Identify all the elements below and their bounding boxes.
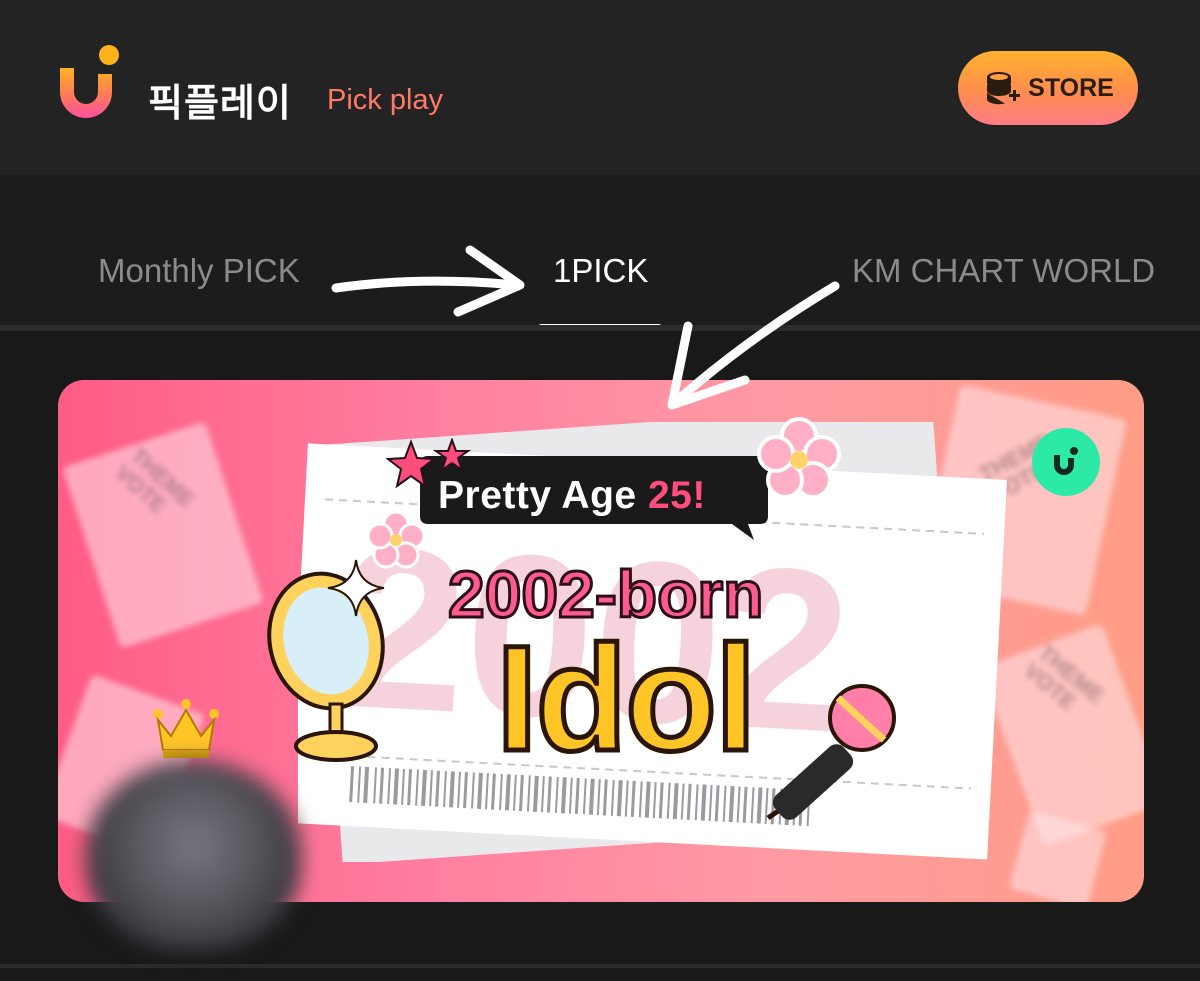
bg-ticket: THEME VOTE xyxy=(62,421,264,649)
banner-title: Idol xyxy=(494,612,760,785)
bottom-divider xyxy=(0,964,1200,968)
pickplay-logo-icon[interactable] xyxy=(56,44,122,120)
sparkle-icon xyxy=(327,559,385,617)
tab-monthly-pick[interactable]: Monthly PICK xyxy=(98,252,300,290)
app-name: 픽플레이 xyxy=(148,81,292,125)
tagline-number: 25! xyxy=(647,474,706,517)
pickplay-badge-icon xyxy=(1054,447,1078,475)
avatar[interactable] xyxy=(86,760,301,950)
coin-stack-plus-icon xyxy=(987,72,1021,105)
tab-bar: Monthly PICK 1PICK KM CHART WORLD xyxy=(0,175,1200,331)
store-button[interactable]: STORE xyxy=(958,51,1138,125)
pickplay-badge xyxy=(1032,428,1100,496)
store-label: STORE xyxy=(1028,73,1114,102)
app-header: 픽플레이 Pick play STORE xyxy=(0,0,1200,175)
microphone-icon xyxy=(766,684,896,821)
cherry-blossom-icon xyxy=(757,417,841,499)
tab-km-chart-world[interactable]: KM CHART WORLD xyxy=(852,252,1155,290)
tabs-divider xyxy=(0,325,1200,331)
crown-icon xyxy=(153,699,219,758)
app-subtitle: Pick play xyxy=(327,84,444,116)
tab-1pick[interactable]: 1PICK xyxy=(553,252,648,290)
banner-tagline: Pretty Age 25! xyxy=(438,474,706,517)
star-icon xyxy=(386,438,472,489)
